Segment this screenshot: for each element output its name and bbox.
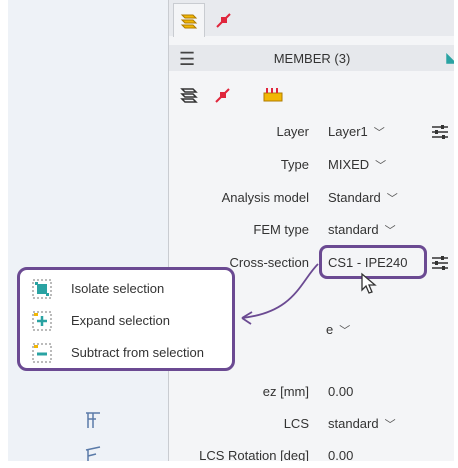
layers-icon xyxy=(180,88,198,103)
prop-label-layer: Layer xyxy=(276,124,309,139)
chevron-down-icon: ﹀ xyxy=(386,193,398,205)
type-select[interactable]: MIXED ﹀ xyxy=(328,157,386,173)
prop-label-type: Type xyxy=(280,157,309,172)
prop-row-ez: ez [mm] 0.00 xyxy=(169,380,455,404)
panel-header: ☰ MEMBER (3) ◣ xyxy=(169,45,457,71)
subtract-selection-icon xyxy=(32,343,52,363)
member-pin-icon xyxy=(215,88,230,103)
lcs-value: standard xyxy=(328,416,379,431)
prop-label-lcs: LCS xyxy=(283,416,309,431)
prop-row-type: Type MIXED ﹀ xyxy=(169,153,455,177)
prop-row-lcs: LCS standard ﹀ xyxy=(169,412,455,436)
layer-select[interactable]: Layer1 ﹀ xyxy=(328,124,385,140)
tab-member[interactable] xyxy=(209,3,239,36)
layers-icon xyxy=(180,14,198,28)
toolbar-structure-button[interactable] xyxy=(259,81,287,109)
prop-label-ez: ez [mm] xyxy=(262,384,309,399)
canvas-area[interactable] xyxy=(8,0,168,468)
selection-context-menu: Isolate selection Expand selection Subtr… xyxy=(17,267,235,371)
settings-sliders-icon[interactable] xyxy=(430,254,450,272)
fem-type-select[interactable]: standard ﹀ xyxy=(328,222,396,238)
frame-left xyxy=(0,0,8,468)
panel-tabs xyxy=(169,0,455,37)
prop-row-analysis-model: Analysis model Standard ﹀ xyxy=(169,186,455,210)
prop-row-layer: Layer Layer1 ﹀ xyxy=(169,120,455,144)
chevron-down-icon: ﹀ xyxy=(384,225,396,237)
ez-value[interactable]: 0.00 xyxy=(328,384,353,399)
layer-value: Layer1 xyxy=(328,124,368,139)
isolate-selection-icon xyxy=(32,279,52,299)
frame-right xyxy=(454,0,458,468)
chevron-down-icon: ﹀ xyxy=(384,419,396,431)
mouse-pointer-icon xyxy=(361,272,377,294)
prop-label-fem-type: FEM type xyxy=(253,222,309,237)
chevron-down-icon: ﹀ xyxy=(375,160,387,172)
menu-item-label: Expand selection xyxy=(71,313,171,328)
frame-member-icon[interactable] xyxy=(83,410,103,430)
prop-row-fem-type: FEM type standard ﹀ xyxy=(169,218,455,242)
chevron-down-icon: ﹀ xyxy=(373,127,385,139)
analysis-model-value: Standard xyxy=(328,190,381,205)
member-pin-icon xyxy=(216,12,231,28)
menu-item-label: Subtract from selection xyxy=(71,345,204,360)
menu-item-isolate-selection[interactable]: Isolate selection xyxy=(32,277,232,301)
menu-item-label: Isolate selection xyxy=(71,281,165,296)
chevron-down-icon: ﹀ xyxy=(339,325,351,337)
type-value: MIXED xyxy=(328,157,370,172)
fem-type-value: standard xyxy=(328,222,379,237)
lcs-select[interactable]: standard ﹀ xyxy=(328,416,396,432)
tab-layers[interactable] xyxy=(173,3,205,37)
prop-label-analysis-model: Analysis model xyxy=(221,190,309,205)
toolbar-member-button[interactable] xyxy=(209,81,237,109)
callout-arrow xyxy=(241,263,319,325)
properties-panel: ☰ MEMBER (3) ◣ Layer Layer1 ﹀ Type MIXED… xyxy=(168,0,457,463)
menu-item-expand-selection[interactable]: Expand selection xyxy=(32,309,232,333)
menu-item-subtract-from-selection[interactable]: Subtract from selection xyxy=(32,341,232,365)
structure-icon xyxy=(263,88,283,102)
toolbar-layers-button[interactable] xyxy=(175,81,203,109)
panel-title: MEMBER (3) xyxy=(273,51,351,66)
expand-selection-icon xyxy=(32,311,52,331)
analysis-model-select[interactable]: Standard ﹀ xyxy=(328,190,398,206)
frame-bottom xyxy=(0,461,458,468)
panel-toolbar xyxy=(169,78,455,112)
settings-sliders-icon[interactable] xyxy=(430,123,450,141)
